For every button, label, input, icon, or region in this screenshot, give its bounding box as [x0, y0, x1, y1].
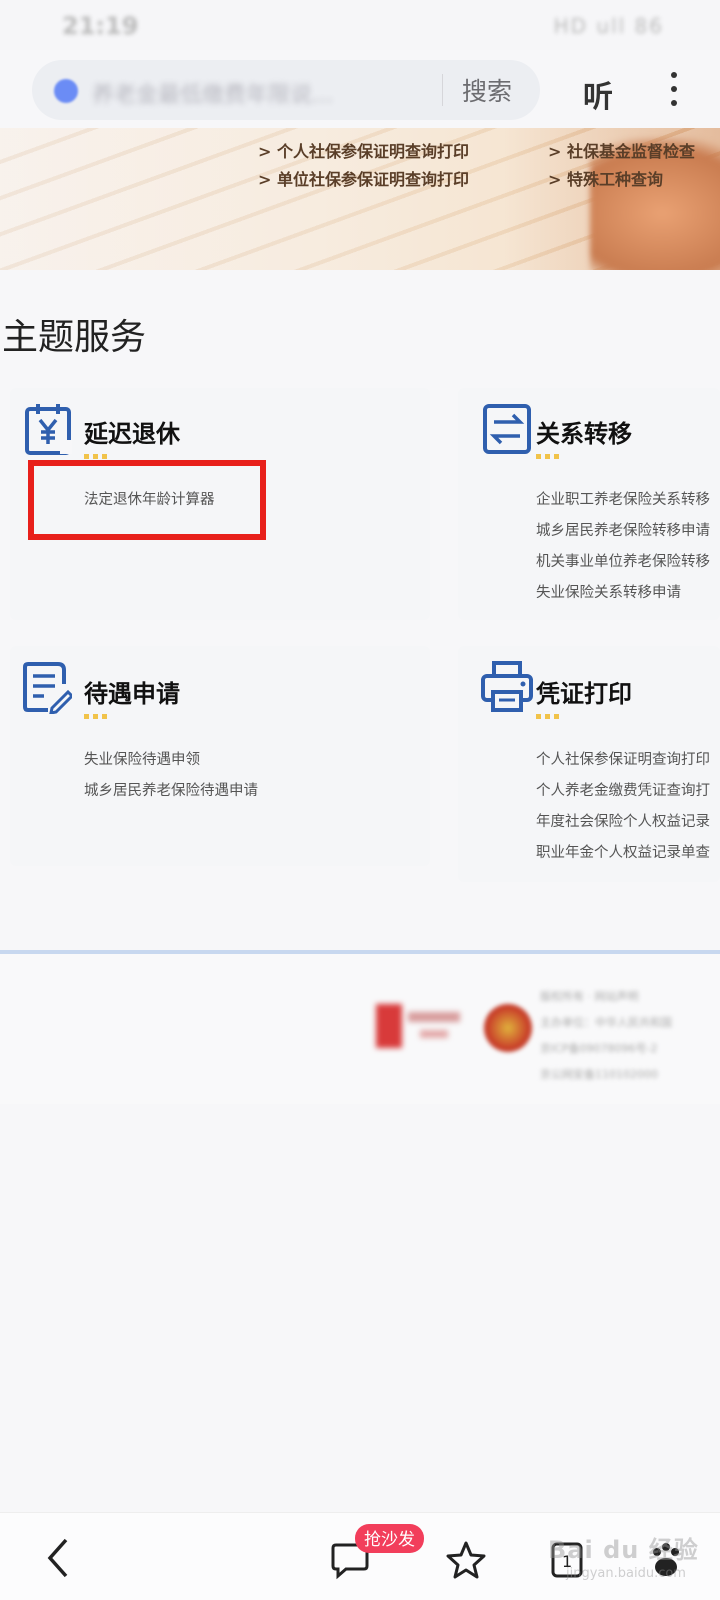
card-link[interactable]: 失业保险待遇申领 — [84, 748, 200, 769]
footer-text: 京公网安备110102000 — [540, 1068, 658, 1081]
sofa-badge[interactable]: 抢沙发 — [355, 1524, 424, 1553]
status-icons: HD ull 86 — [553, 14, 664, 38]
card-dots — [536, 454, 560, 459]
card-title: 待遇申请 — [84, 680, 180, 708]
back-arrow-icon[interactable] — [44, 1536, 74, 1584]
card-link[interactable]: 失业保险关系转移申请 — [536, 581, 681, 602]
transfer-arrows-icon — [482, 402, 532, 456]
card-dots — [536, 714, 560, 719]
footer-text: 京ICP备09078096号-2 — [540, 1042, 658, 1055]
banner-link[interactable]: > 个人社保参保证明查询打印 — [258, 138, 469, 162]
star-icon[interactable] — [446, 1540, 486, 1584]
search-engine-icon — [54, 79, 78, 103]
banner-link[interactable]: > 社保基金监督检查 — [548, 138, 695, 162]
card-dots — [84, 714, 108, 719]
card-dots — [84, 454, 108, 459]
search-button[interactable]: 搜索 — [462, 72, 512, 108]
section-title: 主题服务 — [2, 317, 147, 358]
service-card: 凭证打印 个人社保参保证明查询打印 个人养老金缴费凭证查询打 年度社会保险个人权… — [458, 646, 720, 882]
yuan-calendar-icon — [24, 402, 74, 456]
card-link[interactable]: 企业职工养老保险关系转移 — [536, 488, 710, 509]
listen-button[interactable]: 听 — [583, 72, 613, 116]
banner-link[interactable]: > 特殊工种查询 — [548, 166, 663, 190]
form-edit-icon — [22, 660, 75, 715]
search-input[interactable]: 养老金最低缴费年限说... — [92, 77, 333, 109]
card-link[interactable]: 职业年金个人权益记录单查 — [536, 841, 710, 862]
card-title: 延迟退休 — [84, 420, 180, 448]
card-link[interactable]: 个人社保参保证明查询打印 — [536, 748, 710, 769]
more-menu-icon[interactable] — [670, 72, 678, 112]
card-title: 凭证打印 — [536, 680, 632, 708]
card-link[interactable]: 个人养老金缴费凭证查询打 — [536, 779, 710, 800]
card-title: 关系转移 — [536, 420, 632, 448]
watermark: Bai du 经验 — [548, 1536, 699, 1564]
card-link[interactable]: 城乡居民养老保险转移申请 — [536, 519, 710, 540]
card-link[interactable]: 城乡居民养老保险待遇申请 — [84, 779, 258, 800]
status-bar: 21:19 HD ull 86 — [0, 0, 720, 50]
footer-text: 主办单位：中华人民共和国 — [540, 1016, 672, 1029]
footer-text: 版权所有 · 网站声明 — [540, 990, 639, 1003]
watermark-url: jingyan.baidu.com — [566, 1566, 686, 1581]
highlight-box — [28, 460, 266, 540]
banner: > 个人社保参保证明查询打印 > 社保基金监督检查 > 单位社保参保证明查询打印… — [0, 128, 720, 270]
search-divider — [442, 74, 443, 106]
search-bar[interactable]: 养老金最低缴费年限说... 搜索 — [32, 60, 540, 120]
card-link[interactable]: 机关事业单位养老保险转移 — [536, 550, 710, 571]
printer-icon — [480, 660, 533, 714]
banner-link[interactable]: > 单位社保参保证明查询打印 — [258, 166, 469, 190]
card-link[interactable]: 年度社会保险个人权益记录 — [536, 810, 710, 831]
national-emblem-icon — [484, 1004, 532, 1052]
footer-logo — [376, 1000, 466, 1052]
status-time: 21:19 — [62, 12, 139, 40]
service-card: 待遇申请 失业保险待遇申领 城乡居民养老保险待遇申请 — [10, 646, 430, 866]
service-card: 关系转移 企业职工养老保险关系转移 城乡居民养老保险转移申请 机关事业单位养老保… — [458, 388, 720, 620]
